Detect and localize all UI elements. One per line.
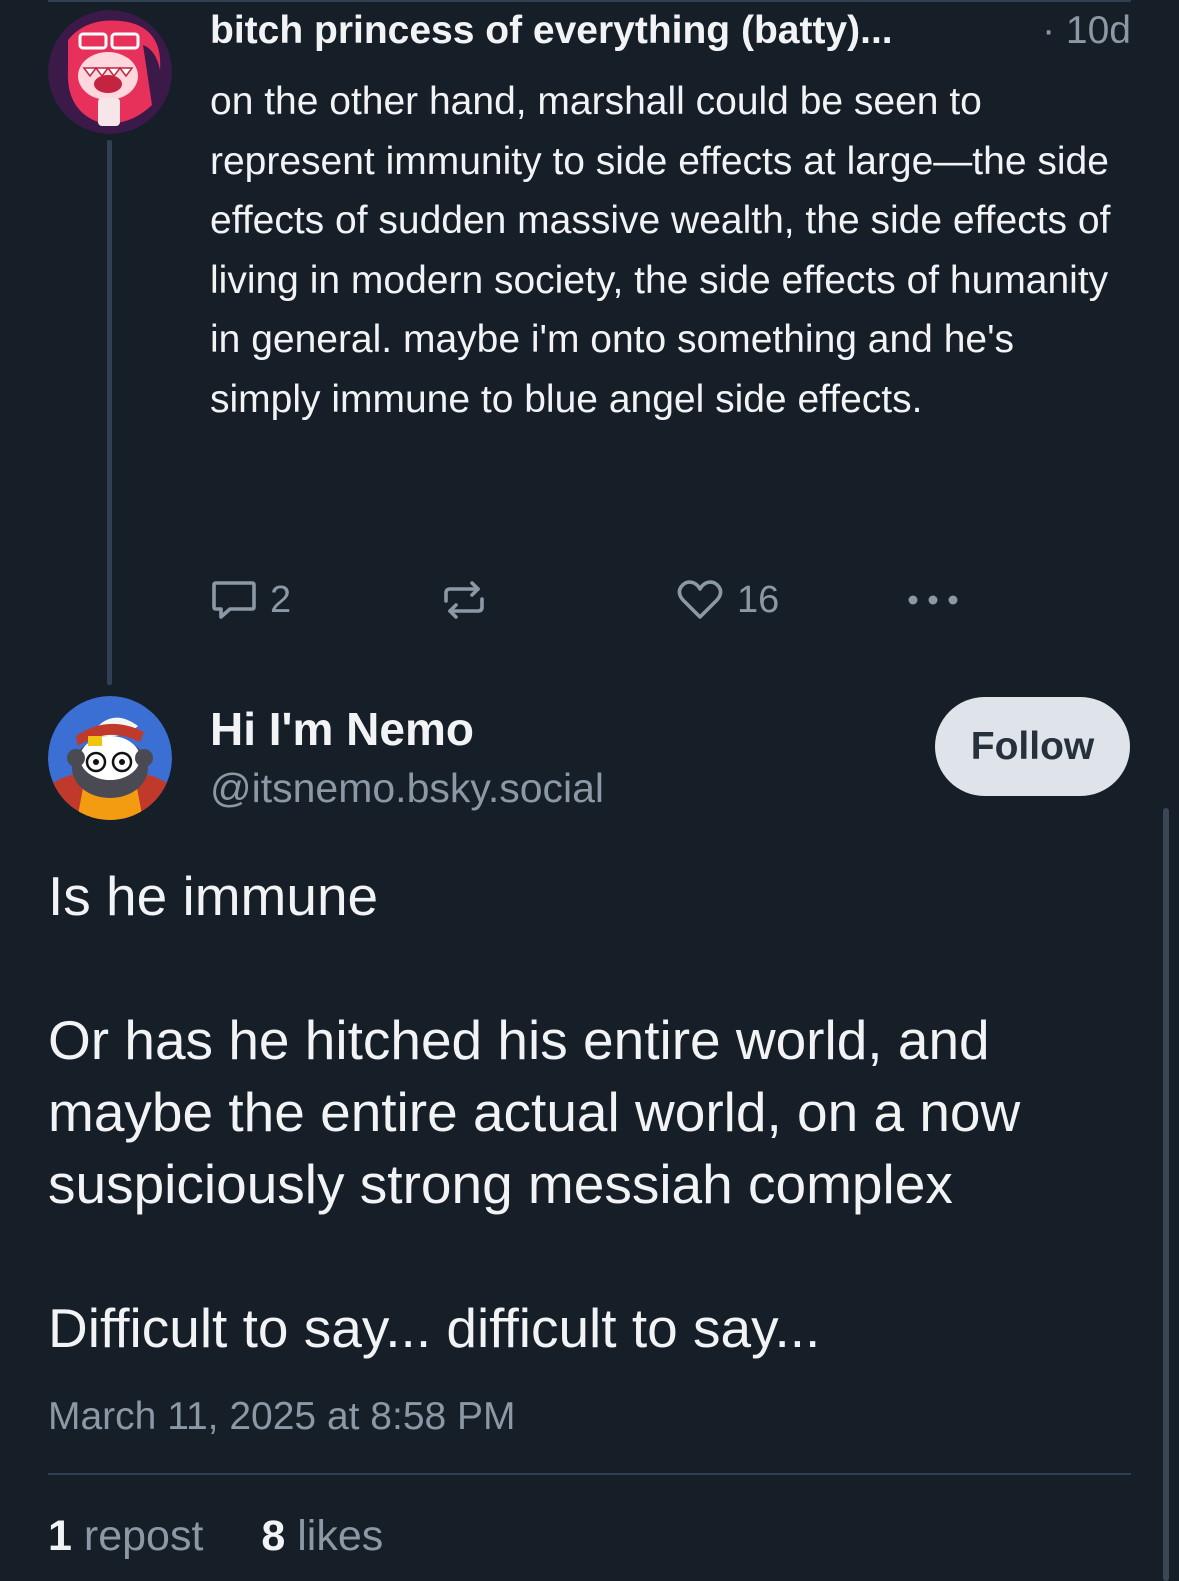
likes-label: likes — [297, 1512, 384, 1560]
post-paragraph: Is he immune — [48, 865, 379, 927]
stats-divider — [48, 1473, 1131, 1475]
post-timestamp: March 11, 2025 at 8:58 PM — [48, 1395, 516, 1438]
post-body[interactable]: Is he immune Or has he hitched his entir… — [48, 860, 1138, 1364]
likes-count: 8 — [261, 1512, 286, 1560]
thread-connector-line — [107, 140, 112, 685]
scrollbar[interactable] — [1163, 808, 1169, 1581]
post-paragraph: Or has he hitched his entire world, and … — [48, 1009, 1021, 1215]
heart-icon — [675, 577, 725, 623]
repost-count: 1 — [48, 1512, 72, 1560]
repost-button[interactable] — [440, 575, 488, 625]
post-paragraph: Difficult to say... difficult to say... — [48, 1297, 821, 1359]
parent-post-header: bitch princess of everything (batty)... … — [210, 6, 1131, 56]
post-stats: 1 repost 8 likes — [48, 1508, 429, 1564]
reply-count: 2 — [270, 578, 292, 621]
post-author-name[interactable]: Hi I'm Nemo — [210, 700, 474, 758]
likes-stat[interactable]: 8 likes — [261, 1512, 383, 1560]
parent-author-name[interactable]: bitch princess of everything (batty)... — [210, 9, 893, 52]
reply-button[interactable]: 2 — [210, 575, 291, 625]
repost-label: repost — [83, 1512, 204, 1560]
nemo-avatar[interactable] — [48, 696, 172, 820]
parent-post-actions: 2 16 — [210, 575, 1010, 625]
speech-bubble-icon — [210, 577, 258, 623]
repost-stat[interactable]: 1 repost — [48, 1512, 203, 1560]
like-button[interactable]: 16 — [675, 575, 779, 625]
repost-arrows-icon — [440, 577, 488, 623]
more-options-button[interactable] — [905, 575, 961, 625]
post-author-handle[interactable]: @itsnemo.bsky.social — [210, 762, 604, 814]
parent-author-avatar[interactable] — [48, 10, 172, 134]
parent-post-age[interactable]: · 10d — [1042, 6, 1131, 56]
ellipsis-icon — [905, 590, 961, 610]
follow-button[interactable]: Follow — [935, 697, 1130, 796]
like-count: 16 — [737, 578, 780, 621]
parent-post-text[interactable]: on the other hand, marshall could be see… — [210, 72, 1130, 429]
top-divider — [48, 0, 1131, 2]
